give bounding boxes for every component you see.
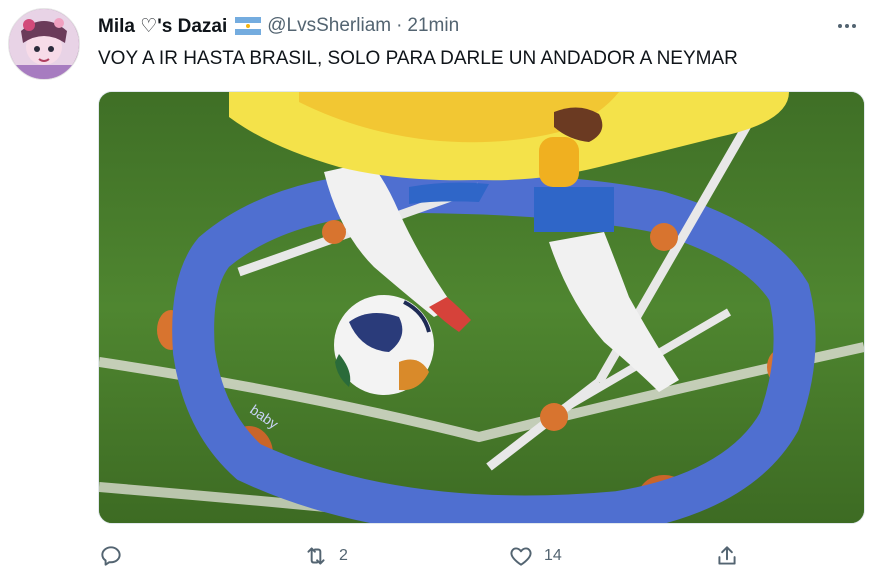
retweet-count: 2 xyxy=(339,547,348,564)
retweet-icon xyxy=(307,547,325,565)
argentina-flag-icon xyxy=(235,17,262,35)
display-name[interactable]: Mila ♡'s Dazai xyxy=(98,15,227,38)
reply-icon xyxy=(101,546,121,566)
avatar-image xyxy=(9,9,79,79)
tweet-text: VOY A IR HASTA BRASIL, SOLO PARA DARLE U… xyxy=(98,48,738,69)
share-icon xyxy=(718,546,736,565)
reply-button[interactable] xyxy=(98,540,134,572)
more-dots-icon xyxy=(838,24,856,28)
like-count: 14 xyxy=(544,547,562,564)
separator-dot: · xyxy=(396,15,403,36)
share-button[interactable] xyxy=(714,540,750,572)
walker-football-photo: baby xyxy=(99,92,864,523)
tweet-header: Mila ♡'s Dazai @LvsSherliam · 21min xyxy=(98,13,860,39)
heart-icon xyxy=(510,547,532,566)
tweet-media-image[interactable]: baby xyxy=(98,91,865,524)
more-options-button[interactable] xyxy=(834,13,860,39)
avatar[interactable] xyxy=(8,8,80,80)
like-button[interactable]: 14 xyxy=(508,540,562,572)
retweet-button[interactable]: 2 xyxy=(303,540,348,572)
user-handle[interactable]: @LvsSherliam xyxy=(267,15,391,37)
action-bar: 2 14 xyxy=(98,540,758,572)
timestamp[interactable]: 21min xyxy=(407,15,459,37)
